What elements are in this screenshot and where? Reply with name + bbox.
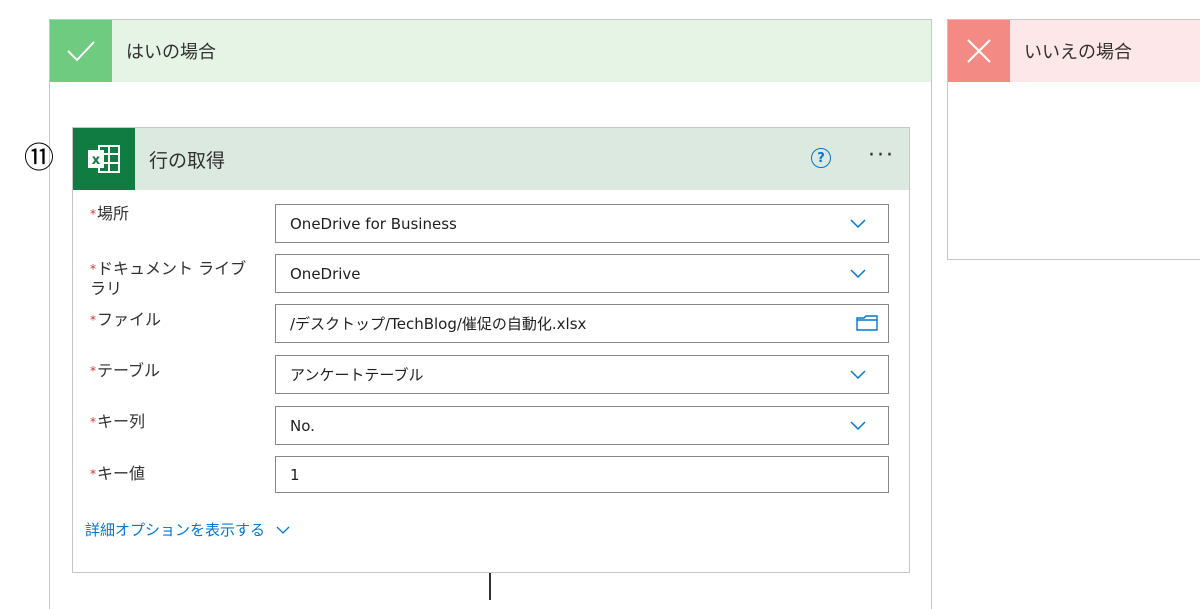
yes-branch-title: はいの場合 [126,42,216,63]
key-value-text: 1 [290,465,300,484]
show-advanced-options-link[interactable]: 詳細オプションを表示する [85,519,291,540]
chevron-down-icon [850,370,866,380]
check-icon [50,20,112,82]
more-options-icon[interactable]: ··· [868,145,895,167]
get-row-action-card: x 行の取得 ? ··· *場所 OneDrive for Business *… [72,127,910,573]
folder-icon[interactable] [856,314,878,332]
field-label: *キー値 [90,464,146,483]
field-label: *ファイル [90,310,162,329]
action-title: 行の取得 [149,149,226,172]
chevron-down-icon [276,526,290,534]
document-library-dropdown[interactable]: OneDrive [275,254,889,293]
excel-icon: x [73,128,135,190]
chevron-down-icon [850,219,866,229]
action-header[interactable]: x 行の取得 ? ··· [73,128,909,190]
field-label: *キー列 [90,412,146,431]
key-value-input[interactable]: 1 [275,456,889,493]
field-label: *場所 [90,204,130,223]
no-branch-header[interactable]: いいえの場合 [948,20,1200,82]
field-label: *ドキュメント ライブラリ [90,259,247,298]
close-icon [948,20,1010,82]
no-branch-container: いいえの場合 [947,19,1200,260]
help-icon[interactable]: ? [811,148,831,168]
key-column-dropdown[interactable]: No. [275,406,889,445]
location-dropdown[interactable]: OneDrive for Business [275,204,889,243]
document-library-value: OneDrive [290,264,361,283]
location-value: OneDrive for Business [290,214,457,233]
chevron-down-icon [850,269,866,279]
file-path-value: /デスクトップ/TechBlog/催促の自動化.xlsx [290,315,587,333]
table-value: アンケートテーブル [290,366,424,384]
yes-branch-header[interactable]: はいの場合 [50,20,931,82]
no-branch-title: いいえの場合 [1024,42,1132,63]
svg-text:x: x [92,153,101,168]
advanced-options-label: 詳細オプションを表示する [85,521,266,539]
flow-connector-line [489,573,491,600]
file-path-input[interactable]: /デスクトップ/TechBlog/催促の自動化.xlsx [275,304,889,343]
step-number-annotation: ⑪ [24,141,54,176]
table-dropdown[interactable]: アンケートテーブル [275,355,889,394]
field-label: *テーブル [90,361,161,380]
chevron-down-icon [850,421,866,431]
key-column-value: No. [290,416,315,435]
